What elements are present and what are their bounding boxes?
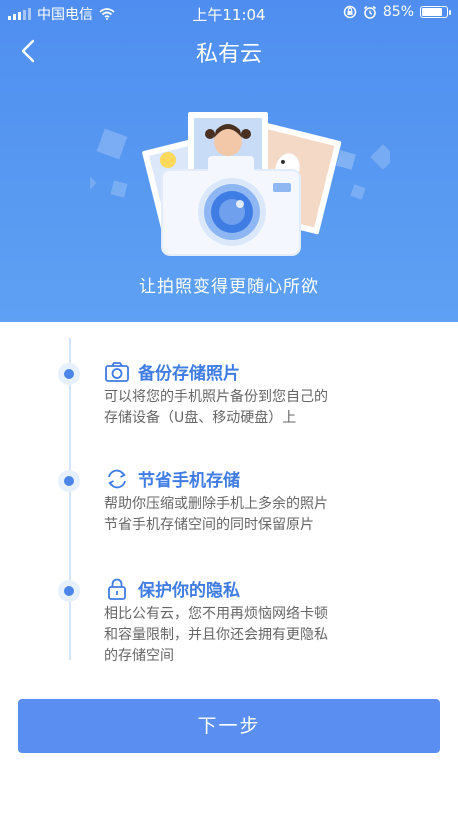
page-title: 私有云 <box>195 42 262 67</box>
feature-desc-line: 和容量限制，并且你还会拥有更隐私 <box>104 627 328 643</box>
feature-desc-line: 的存储空间 <box>104 648 174 664</box>
lock-icon <box>108 578 126 600</box>
next-step-button[interactable]: 下一步 <box>18 699 440 753</box>
camera-icon <box>105 362 129 382</box>
feature-desc-line: 帮助你压缩或删除手机上多余的照片 <box>104 496 328 512</box>
feature-title: 备份存储照片 <box>138 364 240 384</box>
feature-desc-line: 相比公有云，您不用再烦恼网络卡顿 <box>104 606 328 622</box>
camera-with-photos-illustration <box>90 112 390 256</box>
feature-description: 可以将您的手机照片备份到您自己的 存储设备（U盘、移动硬盘）上 <box>104 387 404 429</box>
battery-percent: 85% <box>382 4 414 20</box>
timeline-dot <box>58 363 80 385</box>
rotation-lock-icon <box>343 5 357 19</box>
timeline-dot <box>58 580 80 602</box>
sync-icon <box>108 469 126 489</box>
hero-slogan: 让拍照变得更随心所欲 <box>139 277 319 297</box>
timeline-line <box>69 338 71 660</box>
timeline-dot <box>58 470 80 492</box>
feature-desc-line: 可以将您的手机照片备份到您自己的 <box>104 389 328 405</box>
status-bar: 中国电信 上午11:04 85% <box>0 0 458 26</box>
alarm-icon <box>363 5 376 19</box>
feature-title: 保护你的隐私 <box>138 581 240 601</box>
feature-desc-line: 存储设备（U盘、移动硬盘）上 <box>104 410 297 426</box>
feature-description: 帮助你压缩或删除手机上多余的照片 节省手机存储空间的同时保留原片 <box>104 494 404 536</box>
nav-bar: 私有云 <box>0 26 458 78</box>
battery-icon <box>420 6 451 18</box>
feature-title: 节省手机存储 <box>138 471 240 491</box>
hero-header: 中国电信 上午11:04 85% 私有云 让拍照变得更随心所欲 <box>0 0 458 322</box>
feature-desc-line: 节省手机存储空间的同时保留原片 <box>104 517 314 533</box>
feature-description: 相比公有云，您不用再烦恼网络卡顿 和容量限制，并且你还会拥有更隐私 的存储空间 <box>104 604 404 667</box>
